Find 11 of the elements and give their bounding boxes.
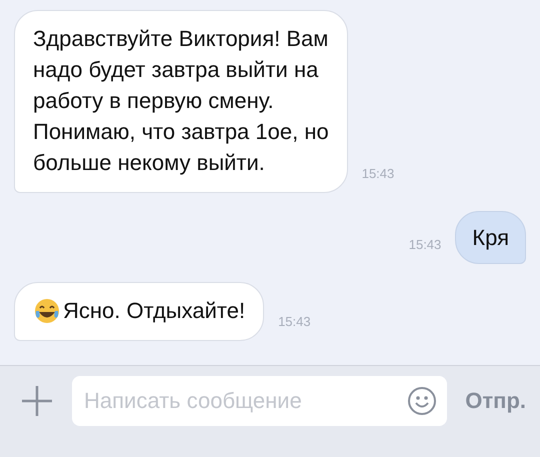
message-text: Кря xyxy=(472,224,509,252)
message-text: Здравствуйте Виктория! Вам надо будет завтра выйти на работу в первую смену. Понимаю, что завтра 1ое, но больше некому выйти. xyxy=(33,25,329,177)
send-button[interactable]: Отпр. xyxy=(465,388,526,414)
message-field[interactable]: Написать сообщение xyxy=(72,376,448,426)
message-time: 15:43 xyxy=(362,166,394,181)
message-time: 15:43 xyxy=(278,314,311,329)
add-icon[interactable] xyxy=(20,384,54,418)
laughing-face-icon xyxy=(33,296,61,324)
message-time: 15:43 xyxy=(408,237,442,252)
smiley-icon[interactable] xyxy=(407,386,438,416)
message-text: Ясно. Отдыхайте! xyxy=(63,297,246,325)
